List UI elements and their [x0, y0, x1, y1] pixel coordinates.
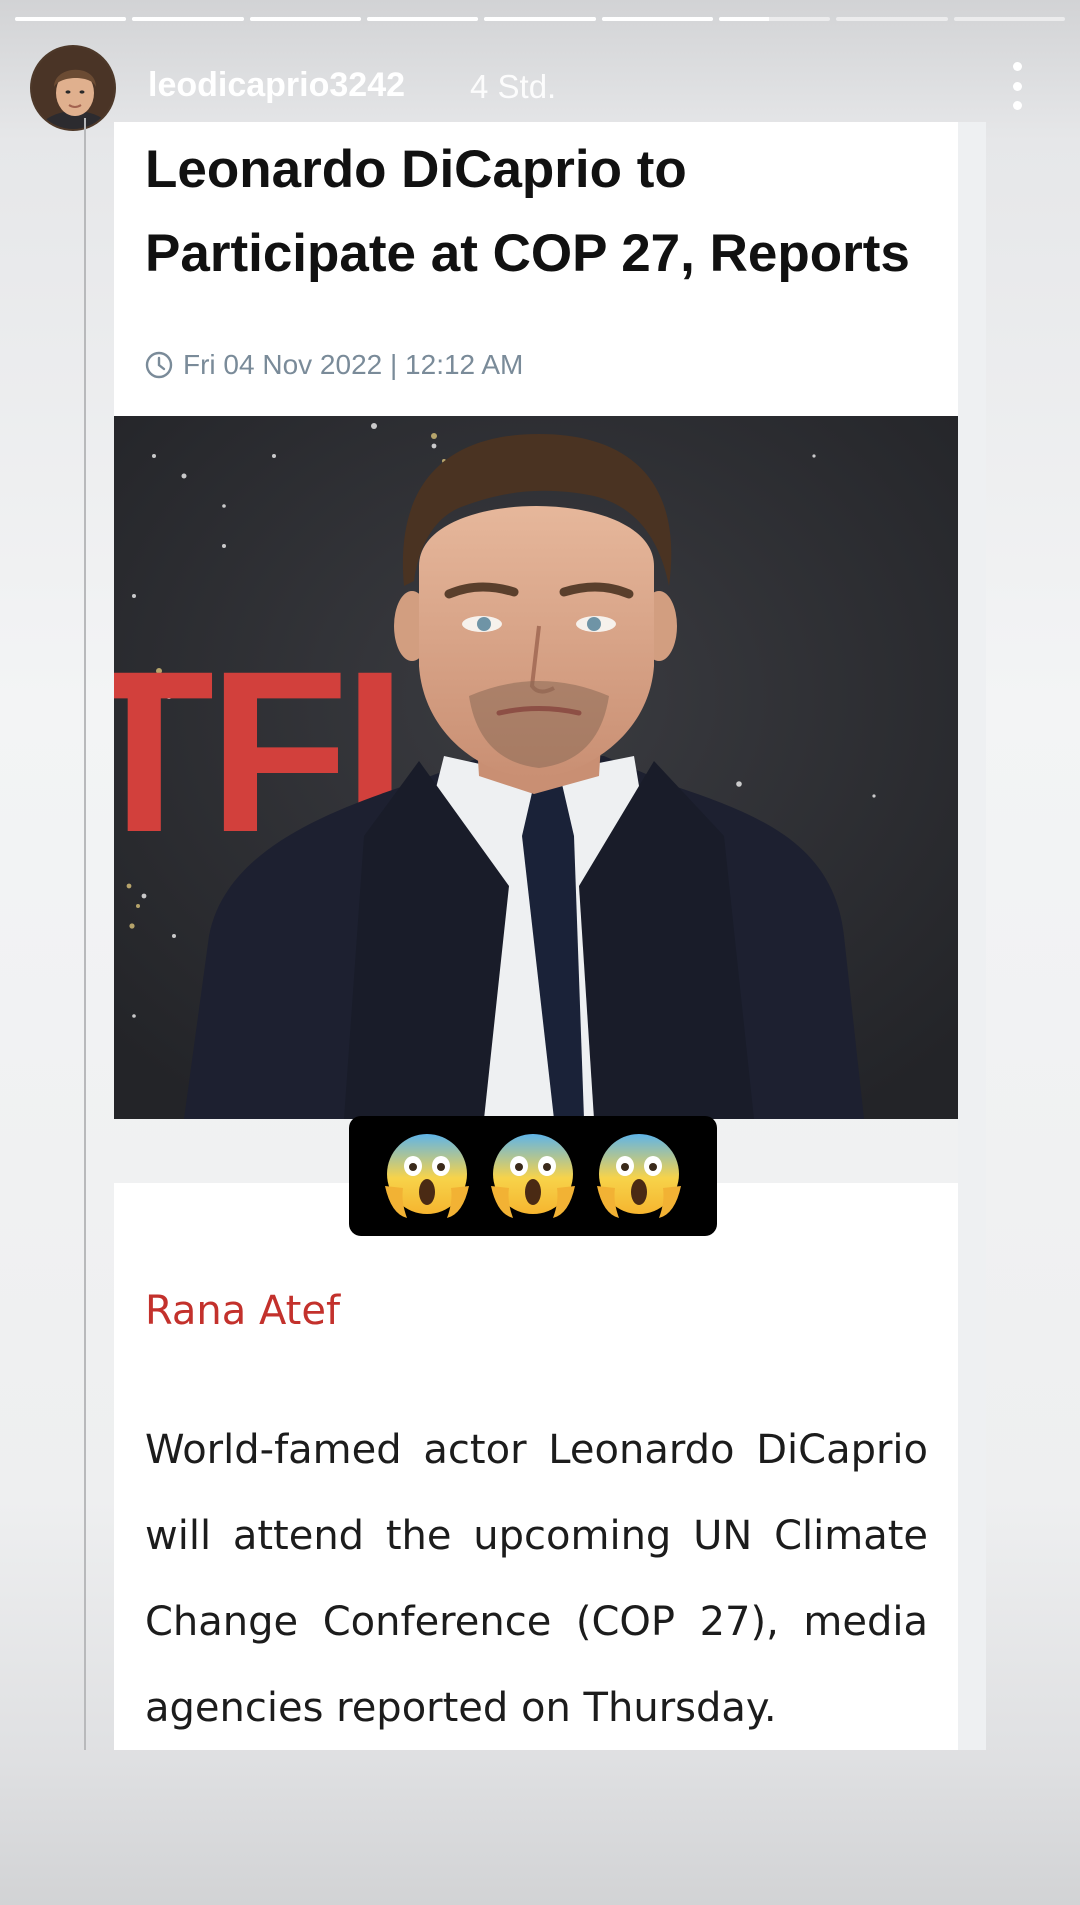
story-segment-fill [249, 17, 361, 21]
avatar[interactable] [30, 45, 116, 131]
article-body: World-famed actor Leonardo DiCaprio will… [145, 1427, 928, 1731]
story-segment-fill [484, 17, 596, 21]
story-segment-4 [366, 17, 479, 21]
story-segment-3 [249, 17, 361, 21]
story-segment-fill [366, 17, 479, 21]
story-segment-fill [15, 17, 127, 21]
post-time: 4 Std. [470, 68, 557, 105]
story-segment-2 [132, 17, 244, 21]
story-segment-fill [718, 17, 770, 21]
article-author[interactable]: Rana Atef [145, 1288, 340, 1334]
story-segment-9 [953, 17, 1065, 21]
story-segment-6 [601, 17, 713, 21]
avatar-image [32, 47, 114, 129]
more-options-icon[interactable] [1000, 62, 1034, 110]
article-dateline: Fri 04 Nov 2022 | 12:12 AM [145, 349, 523, 381]
story-segment-fill [601, 17, 713, 21]
story-segment-7 [718, 17, 831, 21]
story-segment-1 [15, 17, 127, 21]
story-progress-bar [15, 17, 1065, 21]
card-left-edge [84, 118, 86, 1750]
clock-icon [145, 351, 173, 379]
screaming-face-emoji [491, 1134, 575, 1218]
article-photo: TFL [114, 416, 958, 1119]
article-headline: Leonardo DiCaprio to Participate at COP … [145, 140, 910, 283]
story-segment-fill [132, 17, 244, 21]
card-right-edge [958, 122, 986, 1750]
username[interactable]: leodicaprio3242 [148, 66, 405, 105]
emoji-sticker[interactable] [349, 1116, 717, 1236]
article-date: Fri 04 Nov 2022 | 12:12 AM [183, 349, 524, 380]
story-segment-8 [836, 17, 948, 21]
story-segment-5 [484, 17, 596, 21]
screaming-face-emoji [385, 1134, 469, 1218]
article-photo-image: TFL [114, 416, 958, 1119]
screaming-face-emoji [597, 1134, 681, 1218]
